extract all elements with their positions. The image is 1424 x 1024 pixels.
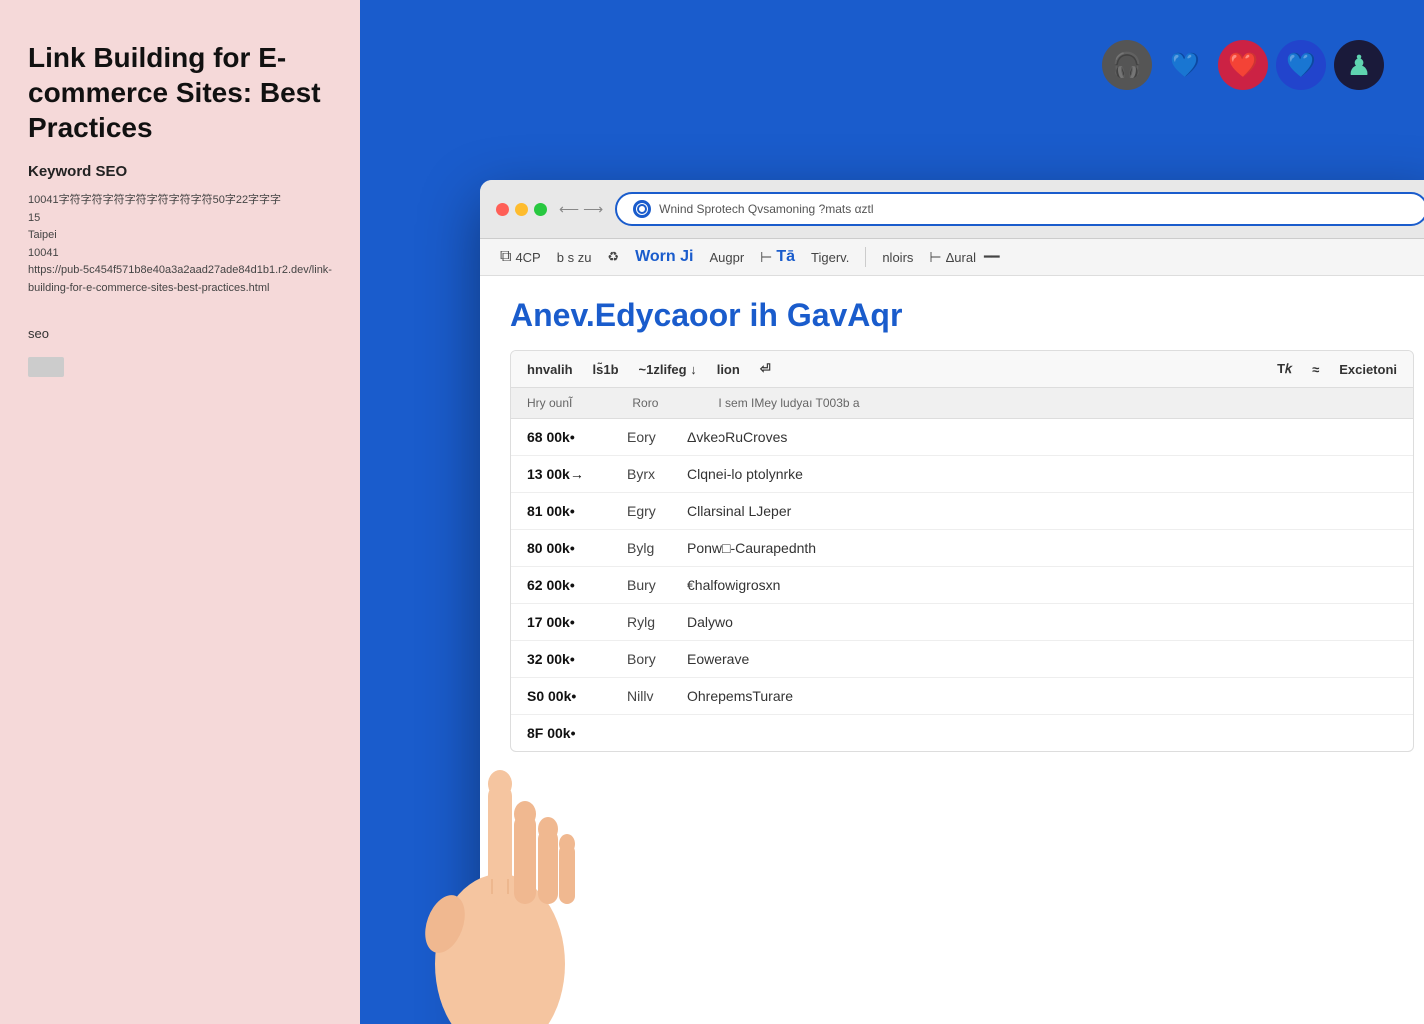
toolbar-aural-expand: ━━ bbox=[984, 249, 1000, 265]
traffic-light-red[interactable] bbox=[496, 203, 509, 216]
sidebar-title: Link Building for E-commerce Sites: Best… bbox=[28, 40, 332, 145]
table-row: 13 00k→ Byrx Clqnei-lo ptolynrke bbox=[511, 456, 1413, 493]
row-metric: 17 00k• bbox=[527, 614, 607, 630]
row-metric: 80 00k• bbox=[527, 540, 607, 556]
top-icon-2: 💙 bbox=[1160, 40, 1210, 90]
table-row: 17 00k• Rylg Dalywo bbox=[511, 604, 1413, 641]
toolbar-worn-ji[interactable]: Worn Ji bbox=[635, 248, 693, 266]
row-metric: 62 00k• bbox=[527, 577, 607, 593]
toolbar-ta-icon: ⊢ bbox=[760, 249, 772, 266]
toolbar-item-tigerv[interactable]: Tigerv. bbox=[811, 250, 849, 265]
row-metric: 81 00k• bbox=[527, 503, 607, 519]
top-icon-5: ♟ bbox=[1334, 40, 1384, 90]
row-col2: Clqnei-lo ptolynrke bbox=[687, 466, 1397, 482]
th-zlifeg[interactable]: ~1zlifeg ↓ bbox=[639, 362, 697, 377]
sidebar-tag: seo bbox=[28, 326, 332, 341]
browser-content: Anev.Edycaoor ih GavAqr hnvalih ls̃1b ~1… bbox=[480, 276, 1424, 1024]
row-metric: 13 00k→ bbox=[527, 466, 607, 482]
table-row: 68 00k• Eory ΔvkeɔRuCroves bbox=[511, 419, 1413, 456]
toolbar-augpr-label: Augpr bbox=[709, 250, 744, 265]
row-col2: Cllarsinal LJeper bbox=[687, 503, 1397, 519]
row-col1: Rylg bbox=[627, 614, 667, 630]
row-metric: 68 00k• bbox=[527, 429, 607, 445]
nav-buttons: ⟵ ⟶ bbox=[559, 201, 603, 218]
toolbar-item-3[interactable]: ♻ bbox=[607, 249, 619, 265]
top-icon-1: 🎧 bbox=[1102, 40, 1152, 90]
row-col1: Byrx bbox=[627, 466, 667, 482]
top-icon-4: 💙 bbox=[1276, 40, 1326, 90]
table-row: 8F 00k• bbox=[511, 715, 1413, 751]
toolbar-label-2: b s zu bbox=[557, 250, 592, 265]
forward-icon[interactable]: ⟶ bbox=[583, 201, 603, 218]
page-heading: Anev.Edycaoor ih GavAqr bbox=[510, 296, 1414, 334]
traffic-lights bbox=[496, 203, 547, 216]
toolbar-worn-ji-label: Worn Ji bbox=[635, 248, 693, 266]
toolbar-icon-1: ⧉ bbox=[500, 248, 511, 266]
toolbar-aural-label: Δural bbox=[946, 250, 976, 265]
table-subheader: Hry ounĨ Roro I sem IMey ludyaı T003b a bbox=[511, 388, 1413, 419]
toolbar-aural-icon: ⊢ bbox=[929, 249, 941, 266]
row-col1: Eory bbox=[627, 429, 667, 445]
table-row: 80 00k• Bylg Ponw□-Caurapednth bbox=[511, 530, 1413, 567]
row-metric: 32 00k• bbox=[527, 651, 607, 667]
row-col1: Bury bbox=[627, 577, 667, 593]
sidebar: Link Building for E-commerce Sites: Best… bbox=[0, 0, 360, 1024]
row-col2: €halfowigrosxn bbox=[687, 577, 1397, 593]
sidebar-subtitle: Keyword SEO bbox=[28, 163, 332, 180]
row-col2: ΔvkeɔRuCroves bbox=[687, 429, 1397, 445]
th-tk[interactable]: T𝑘 bbox=[1277, 361, 1292, 377]
data-table: hnvalih ls̃1b ~1zlifeg ↓ lion ⏎ bbox=[510, 350, 1414, 752]
toolbar-item-aural[interactable]: ⊢ Δural ━━ bbox=[929, 249, 999, 266]
main-area: 🎧 💙 ❤️ 💙 ♟ ⟵ ⟶ Wnind Sprotech Qvsamoning… bbox=[360, 0, 1424, 1024]
toolbar-ta-label: Tā bbox=[776, 248, 795, 266]
sidebar-tag-box bbox=[28, 357, 64, 377]
th-lion[interactable]: lion bbox=[717, 362, 740, 377]
toolbar-item-1[interactable]: ⧉ 4CP bbox=[500, 248, 541, 266]
toolbar-label-1: 4CP bbox=[515, 250, 540, 265]
toolbar-nloirs-label: nloirs bbox=[882, 250, 913, 265]
toolbar-icon-3: ♻ bbox=[607, 249, 619, 265]
address-text: Wnind Sprotech Qvsamoning ?mats αztl bbox=[659, 202, 1410, 216]
th-hnvalih[interactable]: hnvalih bbox=[527, 362, 573, 377]
browser-toolbar: ⧉ 4CP b s zu ♻ Worn Ji Augpr ⊢ Tā Tigerv… bbox=[480, 239, 1424, 276]
back-icon[interactable]: ⟵ bbox=[559, 201, 579, 218]
th-approx[interactable]: ≈ bbox=[1312, 362, 1319, 377]
table-row: 81 00k• Egry Cllarsinal LJeper bbox=[511, 493, 1413, 530]
browser-chrome: ⟵ ⟶ Wnind Sprotech Qvsamoning ?mats αztl bbox=[480, 180, 1424, 239]
row-col1: Bylg bbox=[627, 540, 667, 556]
row-col1: Nillv bbox=[627, 688, 667, 704]
browser-icon bbox=[633, 200, 651, 218]
row-col1: Bory bbox=[627, 651, 667, 667]
toolbar-item-2[interactable]: b s zu bbox=[557, 250, 592, 265]
sidebar-meta: 10041字符字符字符字符字符字符字符50字22字字字 15 Taipei 10… bbox=[28, 192, 332, 298]
row-metric: S0 00k• bbox=[527, 688, 607, 704]
row-col2: Ponw□-Caurapednth bbox=[687, 540, 1397, 556]
address-bar[interactable]: Wnind Sprotech Qvsamoning ?mats αztl bbox=[615, 192, 1424, 226]
toolbar-item-ta[interactable]: ⊢ Tā bbox=[760, 248, 795, 266]
row-col2: OhrepemsTurare bbox=[687, 688, 1397, 704]
row-col2: Eowerave bbox=[687, 651, 1397, 667]
row-col2: Dalywo bbox=[687, 614, 1397, 630]
row-col1: Egry bbox=[627, 503, 667, 519]
toolbar-separator-1 bbox=[865, 247, 866, 267]
top-icon-3: ❤️ bbox=[1218, 40, 1268, 90]
browser-window: ⟵ ⟶ Wnind Sprotech Qvsamoning ?mats αztl… bbox=[480, 180, 1424, 1024]
table-row: 32 00k• Bory Eowerave bbox=[511, 641, 1413, 678]
table-header-row: hnvalih ls̃1b ~1zlifeg ↓ lion ⏎ bbox=[511, 351, 1413, 388]
traffic-light-yellow[interactable] bbox=[515, 203, 528, 216]
th-return[interactable]: ⏎ bbox=[760, 361, 771, 377]
traffic-light-green[interactable] bbox=[534, 203, 547, 216]
toolbar-item-nloirs[interactable]: nloirs bbox=[882, 250, 913, 265]
row-metric: 8F 00k• bbox=[527, 725, 607, 741]
toolbar-tigerv-label: Tigerv. bbox=[811, 250, 849, 265]
table-row: 62 00k• Bury €halfowigrosxn bbox=[511, 567, 1413, 604]
th-excietoni[interactable]: Excietoni bbox=[1339, 362, 1397, 377]
table-row: S0 00k• Nillv OhrepemsTurare bbox=[511, 678, 1413, 715]
toolbar-item-augpr[interactable]: Augpr bbox=[709, 250, 744, 265]
top-icons-cluster: 🎧 💙 ❤️ 💙 ♟ bbox=[1102, 40, 1384, 90]
th-ls1b[interactable]: ls̃1b bbox=[593, 362, 619, 377]
